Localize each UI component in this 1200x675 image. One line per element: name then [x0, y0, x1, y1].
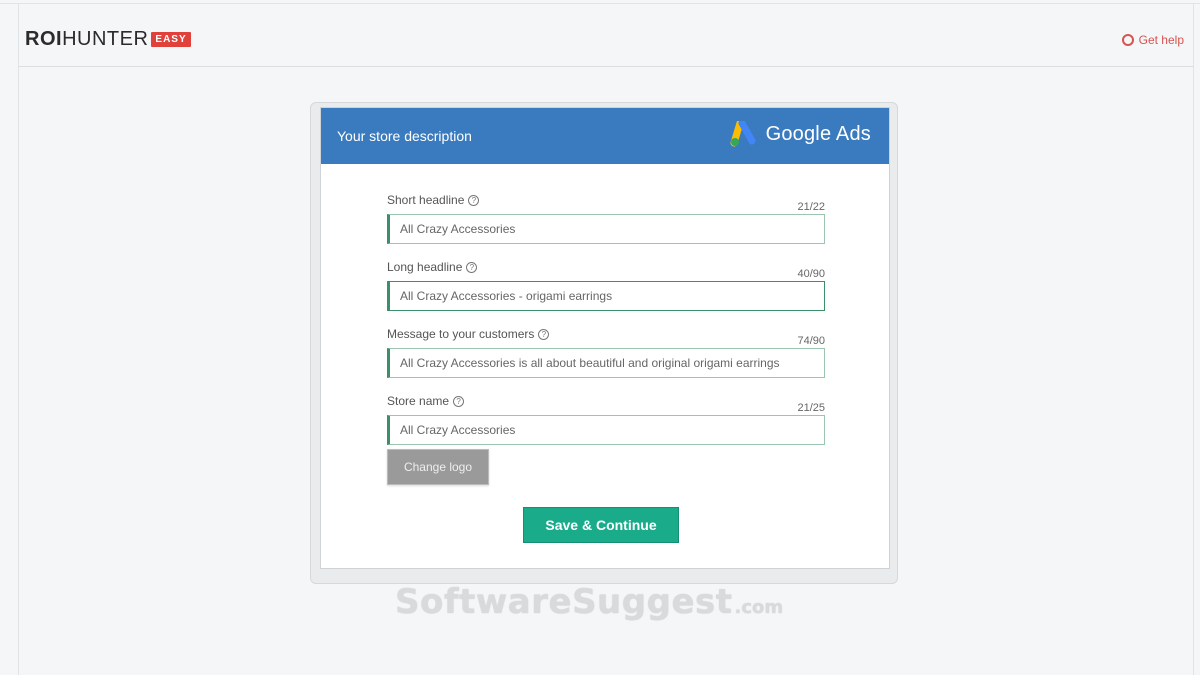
message-input[interactable]: All Crazy Accessories is all about beaut… — [387, 348, 825, 378]
info-icon[interactable]: ? — [538, 328, 550, 340]
roihunter-logo[interactable]: ROIHUNTER EASY — [25, 28, 191, 50]
watermark-main: SoftwareSuggest — [395, 582, 733, 622]
google-ads-name: Google Ads — [765, 122, 871, 145]
logo-text: ROIHUNTER — [25, 27, 149, 50]
watermark: SoftwareSuggest .com — [395, 582, 783, 622]
store-name-input[interactable]: All Crazy Accessories — [387, 415, 825, 445]
message-field: Message to your customers ? 74/90 All Cr… — [387, 327, 825, 378]
card-title: Your store description — [337, 128, 472, 144]
save-continue-button[interactable]: Save & Continue — [523, 507, 679, 543]
message-counter: 74/90 — [797, 335, 825, 347]
short-headline-field: Short headline ? 21/22 All Crazy Accesso… — [387, 193, 825, 244]
store-description-card: Your store description Google Ads Short … — [320, 107, 890, 569]
watermark-domain: .com — [734, 597, 784, 618]
long-headline-counter: 40/90 — [797, 268, 825, 280]
store-name-field: Store name ? 21/25 All Crazy Accessories — [387, 394, 825, 445]
short-headline-counter: 21/22 — [797, 201, 825, 213]
store-name-counter: 21/25 — [797, 402, 825, 414]
logo-badge: EASY — [151, 31, 191, 47]
get-help-label: Get help — [1138, 33, 1184, 47]
help-icon — [1121, 34, 1134, 46]
info-icon[interactable]: ? — [453, 395, 465, 407]
app-header: ROIHUNTER EASY Get help — [18, 4, 1194, 67]
card-header: Your store description Google Ads — [321, 108, 889, 164]
get-help-link[interactable]: Get help — [1121, 33, 1184, 47]
long-headline-label: Long headline ? — [387, 260, 478, 274]
info-icon[interactable]: ? — [468, 194, 480, 206]
info-icon[interactable]: ? — [466, 261, 478, 273]
store-name-label: Store name ? — [387, 394, 465, 408]
long-headline-input[interactable]: All Crazy Accessories - origami earrings — [387, 281, 825, 311]
change-logo-button[interactable]: Change logo — [387, 449, 489, 485]
long-headline-field: Long headline ? 40/90 All Crazy Accessor… — [387, 260, 825, 311]
short-headline-label: Short headline ? — [387, 193, 480, 207]
description-form: Short headline ? 21/22 All Crazy Accesso… — [387, 193, 825, 463]
short-headline-input[interactable]: All Crazy Accessories — [387, 214, 825, 244]
google-ads-brand: Google Ads — [730, 121, 871, 147]
google-ads-icon — [730, 121, 756, 147]
message-label: Message to your customers ? — [387, 327, 550, 341]
